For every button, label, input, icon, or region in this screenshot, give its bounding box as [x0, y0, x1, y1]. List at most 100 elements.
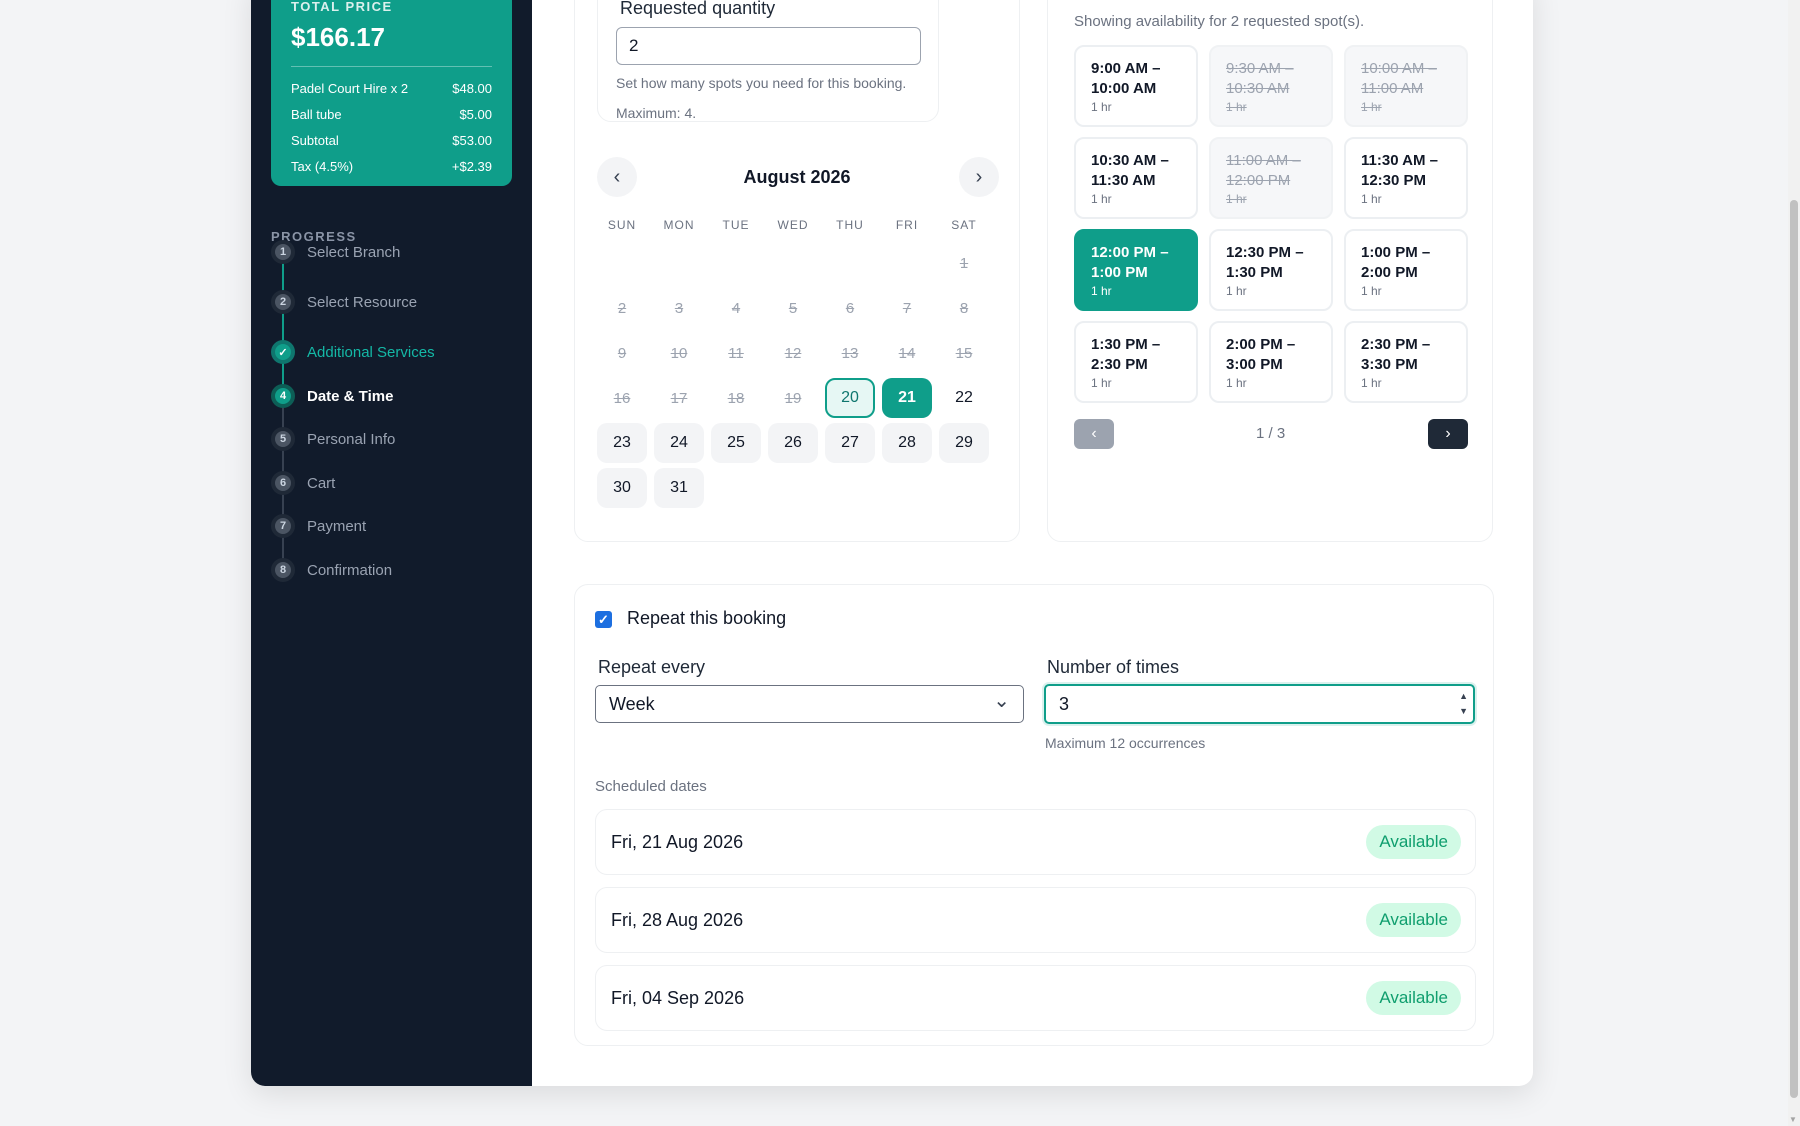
calendar-day: 4	[731, 299, 741, 317]
progress-step[interactable]: 6 Cart	[271, 471, 335, 495]
price-row-amount: +$2.39	[451, 158, 492, 174]
calendar-day: 7	[902, 299, 912, 317]
progress-step-label: Select Resource	[307, 293, 418, 311]
step-number: 1	[271, 240, 295, 264]
time-slot-range: 11:00 AM – 12:00 PM	[1226, 152, 1301, 189]
calendar-day[interactable]: 24	[654, 423, 704, 463]
scheduled-date: Fri, 21 Aug 2026	[611, 831, 744, 852]
calendar-day: 2	[617, 299, 627, 317]
quantity-input[interactable]: 2	[616, 27, 921, 65]
sidebar: TOTAL PRICE $166.17 Padel Court Hire x 2…	[251, 0, 532, 1086]
progress-step[interactable]: 4 Date & Time	[271, 384, 393, 408]
time-slot-duration: 1 hr	[1226, 100, 1247, 114]
progress-step[interactable]: 1 Select Branch	[271, 240, 400, 264]
calendar-day: 3	[674, 299, 684, 317]
time-slot-duration: 1 hr	[1226, 376, 1247, 390]
status-badge: Available	[1366, 981, 1461, 1015]
time-slot: 9:30 AM – 10:30 AM 1 hr	[1209, 45, 1333, 127]
number-of-times-input[interactable]: 3 ▲ ▼	[1044, 684, 1475, 724]
time-slot: 11:00 AM – 12:00 PM 1 hr	[1209, 137, 1333, 219]
time-slot[interactable]: 12:30 PM – 1:30 PM 1 hr	[1209, 229, 1333, 311]
page-scrollbar[interactable]: ▼	[1788, 0, 1800, 1126]
price-row-label: Padel Court Hire x 2	[291, 80, 409, 96]
calendar-day: 18	[727, 389, 745, 407]
time-slot[interactable]: 12:00 PM – 1:00 PM 1 hr	[1074, 229, 1198, 311]
total-price-value: $166.17	[291, 22, 385, 52]
calendar-day[interactable]: 30	[597, 468, 647, 508]
calendar-day[interactable]: 29	[939, 423, 989, 463]
price-row-amount: $48.00	[452, 80, 492, 96]
calendar-day: 5	[788, 299, 798, 317]
calendar-weekday-label: SUN	[607, 218, 637, 232]
chevron-right-icon: ›	[1445, 425, 1451, 442]
time-slot[interactable]: 9:00 AM – 10:00 AM 1 hr	[1074, 45, 1198, 127]
progress-step[interactable]: 8 Confirmation	[271, 558, 392, 582]
calendar-day: 19	[784, 389, 802, 407]
scheduled-date-row: Fri, 28 Aug 2026 Available	[595, 887, 1476, 953]
calendar-next-button[interactable]: ›	[959, 157, 999, 197]
calendar-day: 16	[613, 389, 631, 407]
calendar-day[interactable]: 27	[825, 423, 875, 463]
chevron-down-icon: ⌄	[993, 689, 1010, 712]
repeat-checkbox[interactable]: ✓	[595, 611, 612, 628]
step-connector	[282, 310, 284, 344]
slots-prev-button[interactable]: ‹	[1074, 419, 1114, 449]
price-row: Tax (4.5%) +$2.39	[291, 153, 492, 179]
time-slot-duration: 1 hr	[1091, 284, 1112, 298]
number-of-times-value: 3	[1059, 693, 1070, 714]
step-number: 2	[271, 290, 295, 314]
price-row: Ball tube $5.00	[291, 101, 492, 127]
chevron-left-icon: ‹	[1091, 425, 1097, 442]
time-slot-duration: 1 hr	[1361, 100, 1382, 114]
slots-next-button[interactable]: ›	[1428, 419, 1468, 449]
step-connector	[282, 260, 284, 294]
progress-step[interactable]: ✓ Additional Services	[271, 340, 435, 364]
calendar-day[interactable]: 28	[882, 423, 932, 463]
time-slot[interactable]: 2:00 PM – 3:00 PM 1 hr	[1209, 321, 1333, 403]
slots-info: Showing availability for 2 requested spo…	[1074, 13, 1365, 30]
calendar-day[interactable]: 23	[597, 423, 647, 463]
repeat-every-label: Repeat every	[598, 657, 706, 677]
time-slot[interactable]: 10:30 AM – 11:30 AM 1 hr	[1074, 137, 1198, 219]
time-slot-range: 12:00 PM – 1:00 PM	[1091, 244, 1169, 281]
calendar-day[interactable]: 31	[654, 468, 704, 508]
calendar-day[interactable]: 20	[825, 378, 875, 418]
progress-step[interactable]: 2 Select Resource	[271, 290, 417, 314]
calendar-day: 11	[728, 344, 744, 362]
time-slot[interactable]: 2:30 PM – 3:30 PM 1 hr	[1344, 321, 1468, 403]
scrollbar-thumb[interactable]	[1790, 200, 1798, 1098]
calendar-day: 14	[898, 344, 916, 362]
time-slot-range: 1:30 PM – 2:30 PM	[1091, 336, 1161, 373]
progress-step[interactable]: 7 Payment	[271, 514, 366, 538]
price-summary-card: TOTAL PRICE $166.17 Padel Court Hire x 2…	[271, 0, 512, 186]
calendar-day: 9	[617, 344, 627, 362]
time-slot[interactable]: 1:00 PM – 2:00 PM 1 hr	[1344, 229, 1468, 311]
price-row-label: Subtotal	[291, 132, 339, 148]
time-slot-range: 2:30 PM – 3:30 PM	[1361, 336, 1431, 373]
progress-step-label: Date & Time	[307, 387, 394, 405]
spinner-icon[interactable]: ▲ ▼	[1459, 689, 1468, 719]
calendar-day[interactable]: 22	[939, 378, 989, 418]
calendar-day: 8	[959, 299, 969, 317]
scheduled-date-row: Fri, 21 Aug 2026 Available	[595, 809, 1476, 875]
calendar-weekday-label: MON	[663, 218, 695, 232]
time-slot[interactable]: 1:30 PM – 2:30 PM 1 hr	[1074, 321, 1198, 403]
time-slot-range: 9:00 AM – 10:00 AM	[1091, 60, 1161, 97]
price-row-label: Ball tube	[291, 106, 342, 122]
repeat-every-select[interactable]: Week ⌄	[595, 685, 1024, 723]
quantity-max: Maximum: 4.	[616, 105, 697, 121]
repeat-checkbox-label[interactable]: Repeat this booking	[627, 608, 786, 629]
scheduled-dates-title: Scheduled dates	[595, 778, 707, 795]
scroll-down-arrow-icon[interactable]: ▼	[1789, 1115, 1797, 1124]
progress-step-label: Cart	[307, 474, 336, 492]
progress-step[interactable]: 5 Personal Info	[271, 427, 395, 451]
calendar-weekday-label: SAT	[951, 218, 977, 232]
calendar-day[interactable]: 21	[882, 378, 932, 418]
calendar-day[interactable]: 26	[768, 423, 818, 463]
time-slot[interactable]: 11:30 AM – 12:30 PM 1 hr	[1344, 137, 1468, 219]
calendar-day[interactable]: 25	[711, 423, 761, 463]
status-badge: Available	[1366, 903, 1461, 937]
price-rows: Padel Court Hire x 2 $48.00 Ball tube $5.00…	[291, 75, 492, 179]
progress-step-label: Additional Services	[307, 343, 435, 361]
scheduled-date: Fri, 28 Aug 2026	[611, 909, 744, 930]
